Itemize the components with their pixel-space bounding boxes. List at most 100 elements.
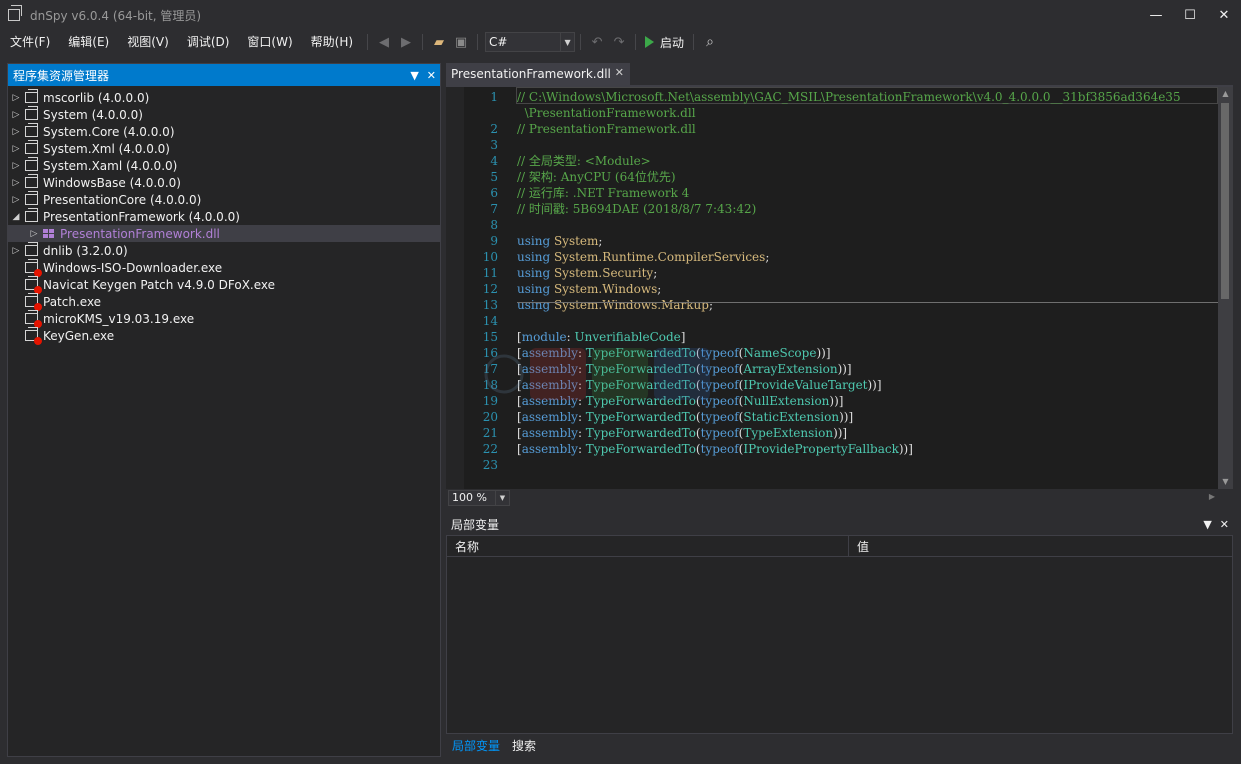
code-token: TypeForwardedTo (585, 378, 696, 392)
expand-arrow-icon[interactable]: ▷ (10, 161, 22, 171)
tree-item[interactable]: Windows-ISO-Downloader.exe (8, 259, 440, 277)
code-token: // 全局类型: <Module> (517, 154, 651, 168)
error-badge-icon (34, 337, 42, 345)
navigate-forward-icon[interactable]: ▶ (395, 31, 417, 53)
panel-close-icon[interactable]: ✕ (427, 69, 436, 82)
expand-arrow-icon[interactable]: ▷ (10, 178, 22, 188)
locals-header: 局部变量 ▼ ✕ (446, 514, 1233, 534)
tree-item[interactable]: ▷ WindowsBase (4.0.0.0) (8, 174, 440, 191)
menu-window[interactable]: 窗口(W) (238, 31, 301, 53)
maximize-button[interactable]: ☐ (1173, 0, 1207, 30)
tree-item-label: System.Xaml (4.0.0.0) (43, 158, 178, 173)
tree-item-label: System (4.0.0.0) (43, 107, 143, 122)
scroll-thumb[interactable] (1221, 103, 1229, 299)
open-folder-icon[interactable]: ▰ (428, 31, 450, 53)
undo-icon[interactable]: ↶ (586, 31, 608, 53)
tree-item[interactable]: ▷ PresentationCore (4.0.0.0) (8, 191, 440, 208)
close-button[interactable]: ✕ (1207, 0, 1241, 30)
line-number: 17 (482, 362, 498, 376)
toolbar-separator (580, 34, 582, 50)
executable-icon (25, 310, 42, 328)
editor-vertical-scrollbar[interactable]: ▲ ▼ (1218, 87, 1233, 489)
toolbar-separator (635, 34, 637, 50)
line-number: 22 (482, 442, 498, 456)
code-token: StaticExtension (743, 410, 840, 424)
line-number: 3 (490, 138, 498, 152)
line-number: 21 (482, 426, 498, 440)
tree-item[interactable]: Patch.exe (8, 293, 440, 311)
code-token: // 架构: AnyCPU (64位优先) (517, 170, 676, 184)
scroll-up-icon[interactable]: ▲ (1218, 87, 1233, 101)
column-value[interactable]: 值 (849, 536, 869, 556)
tree-item[interactable]: ▷ System.Core (4.0.0.0) (8, 123, 440, 140)
code-token: assembly (521, 378, 578, 392)
panel-menu-icon[interactable]: ▼ (1203, 518, 1211, 531)
tab-close-icon[interactable]: ✕ (615, 66, 624, 79)
language-select[interactable]: C# ▼ (485, 32, 576, 52)
code-token: ] (680, 330, 686, 344)
code-token: module (521, 330, 567, 344)
locals-panel: 名称 值 (446, 535, 1233, 734)
assembly-icon (25, 242, 38, 256)
assembly-tree: ▷ mscorlib (4.0.0.0) ▷ System (4.0.0.0) ▷ Sys… (8, 86, 440, 345)
tree-item-label: Windows-ISO-Downloader.exe (43, 260, 223, 275)
menu-file[interactable]: 文件(F) (0, 31, 59, 53)
expand-arrow-icon[interactable]: ▷ (10, 110, 22, 120)
column-name[interactable]: 名称 (447, 536, 849, 556)
line-number: 4 (490, 154, 498, 168)
tree-item[interactable]: ▷ System.Xaml (4.0.0.0) (8, 157, 440, 174)
expand-arrow-icon[interactable]: ▷ (10, 127, 22, 137)
menu-help[interactable]: 帮助(H) (302, 31, 362, 53)
code-line: 16 [assembly: TypeForwardedTo(typeof(Name… (466, 345, 1181, 361)
code-line: 13 using System.Windows.Markup; (466, 297, 1181, 313)
menu-edit[interactable]: 编辑(E) (59, 31, 118, 53)
tree-item-label: Patch.exe (43, 294, 102, 309)
code-token: ))] (898, 442, 913, 456)
tree-item[interactable]: ▷ PresentationFramework.dll (8, 225, 440, 242)
code-token: typeof (700, 378, 739, 392)
code-line: 5 // 架构: AnyCPU (64位优先) (466, 169, 1181, 185)
start-debugging-button[interactable]: 启动 (641, 31, 688, 53)
tree-item[interactable]: ◢ PresentationFramework (4.0.0.0) (8, 208, 440, 225)
tree-item[interactable]: Navicat Keygen Patch v4.9.0 DFoX.exe (8, 276, 440, 294)
tree-item[interactable]: ▷ mscorlib (4.0.0.0) (8, 89, 440, 106)
save-all-icon[interactable]: ▣ (450, 31, 472, 53)
expand-arrow-icon[interactable]: ▷ (10, 246, 22, 256)
tree-item[interactable]: KeyGen.exe (8, 327, 440, 345)
zoom-select[interactable]: 100 % ▼ (448, 490, 510, 506)
minimize-button[interactable]: — (1139, 0, 1173, 30)
collapse-arrow-icon[interactable]: ◢ (10, 212, 22, 222)
assembly-icon (25, 157, 38, 171)
tree-item[interactable]: microKMS_v19.03.19.exe (8, 310, 440, 328)
tree-item[interactable]: ▷ System (4.0.0.0) (8, 106, 440, 123)
code-editor[interactable]: 1 // C:\Windows\Microsoft.Net\assembly\GA… (446, 87, 1233, 489)
window-title: dnSpy v6.0.4 (64-bit, 管理员) (30, 8, 202, 23)
panel-close-icon[interactable]: ✕ (1220, 518, 1229, 531)
tab-presentationframework-dll[interactable]: PresentationFramework.dll ✕ (446, 63, 630, 85)
tree-item[interactable]: ▷ System.Xml (4.0.0.0) (8, 140, 440, 157)
scroll-down-icon[interactable]: ▼ (1218, 475, 1233, 489)
code-token: TypeForwardedTo (585, 442, 696, 456)
tree-item-label: microKMS_v19.03.19.exe (43, 311, 195, 326)
language-value: C# (489, 35, 508, 49)
scroll-right-icon[interactable]: ▶ (1209, 492, 1215, 501)
code-token: TypeForwardedTo (585, 426, 696, 440)
code-token: ArrayExtension (743, 362, 838, 376)
code-token: TypeForwardedTo (585, 410, 696, 424)
menu-debug[interactable]: 调试(D) (178, 31, 239, 53)
panel-menu-icon[interactable]: ▼ (410, 69, 418, 82)
navigate-back-icon[interactable]: ◀ (373, 31, 395, 53)
redo-icon[interactable]: ↷ (608, 31, 630, 53)
expand-arrow-icon[interactable]: ▷ (10, 93, 22, 103)
code-line: 17 [assembly: TypeForwardedTo(typeof(Arra… (466, 361, 1181, 377)
tree-item[interactable]: ▷ dnlib (3.2.0.0) (8, 242, 440, 259)
expand-arrow-icon[interactable]: ▷ (28, 229, 40, 239)
expand-arrow-icon[interactable]: ▷ (10, 195, 22, 205)
search-icon[interactable]: ⌕ (699, 31, 721, 53)
tab-search[interactable]: 搜索 (506, 736, 542, 756)
menu-view[interactable]: 视图(V) (118, 31, 178, 53)
expand-arrow-icon[interactable]: ▷ (10, 144, 22, 154)
tab-locals[interactable]: 局部变量 (446, 736, 506, 756)
chevron-down-icon: ▼ (560, 33, 574, 51)
code-token: ))] (829, 394, 844, 408)
